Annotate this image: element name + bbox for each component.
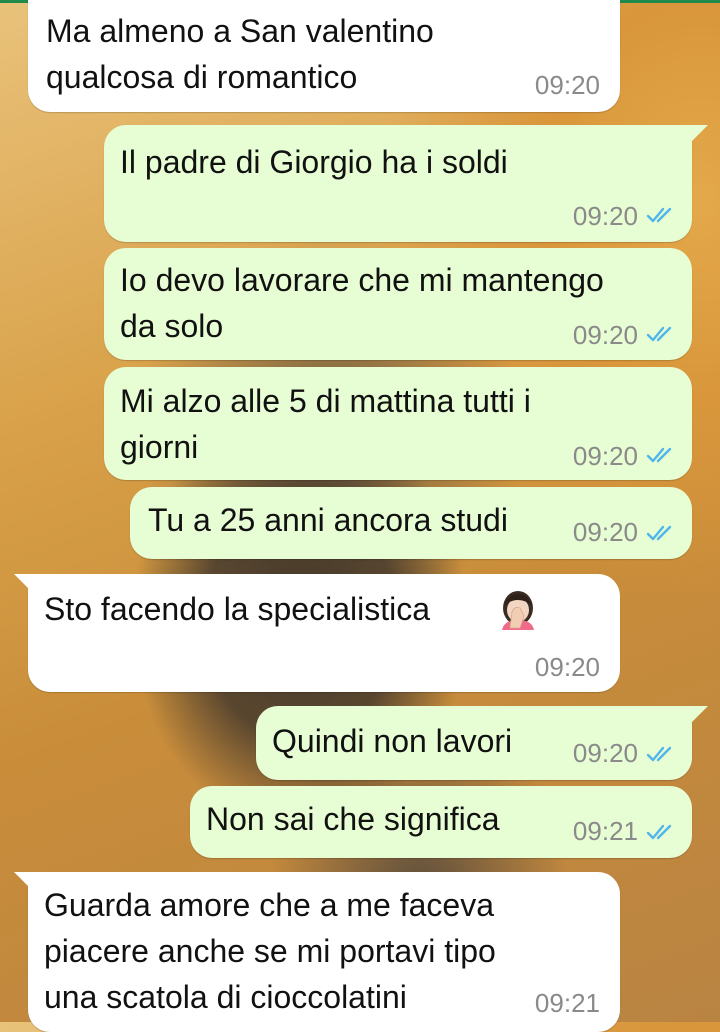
- message-text: Non sai che significa: [206, 801, 500, 837]
- message-timestamp: 09:20: [572, 738, 638, 768]
- message-timestamp: 09:21: [534, 988, 600, 1018]
- message-timestamp: 09:21: [572, 816, 638, 846]
- message-text: Sto facendo la specialistica: [44, 591, 430, 627]
- message-text: Quindi non lavori: [272, 723, 513, 759]
- message-bubble-outgoing[interactable]: Tu a 25 anni ancora studi 09:20: [130, 487, 692, 559]
- message-timestamp: 09:20: [534, 652, 600, 682]
- read-ticks-icon: [646, 207, 672, 223]
- read-ticks-icon: [646, 746, 672, 762]
- message-text: Mi alzo alle 5 di mattina tutti i giorni: [120, 383, 531, 465]
- bubble-tail: [14, 872, 30, 888]
- message-bubble-outgoing[interactable]: Il padre di Giorgio ha i soldi 09:20: [104, 125, 692, 242]
- bubble-tail: [690, 706, 708, 724]
- message-timestamp: 09:20: [572, 320, 638, 350]
- woman-facepalming-icon: [502, 591, 534, 630]
- message-bubble-incoming[interactable]: Guarda amore che a me faceva piacere anc…: [14, 872, 620, 1032]
- message-text: Ma almeno a San valentino qualcosa di ro…: [46, 13, 434, 95]
- message-timestamp: 09:20: [572, 517, 638, 547]
- message-bubble-outgoing[interactable]: Io devo lavorare che mi mantengo da solo…: [104, 248, 692, 360]
- message-text: Il padre di Giorgio ha i soldi: [120, 144, 508, 180]
- message-bubble-incoming[interactable]: Sto facendo la specialistica 09:20: [14, 574, 620, 692]
- message-bubble-outgoing[interactable]: Non sai che significa 09:21: [190, 786, 692, 858]
- read-ticks-icon: [646, 326, 672, 342]
- message-timestamp: 09:20: [534, 70, 600, 100]
- message-bubble-outgoing[interactable]: Mi alzo alle 5 di mattina tutti i giorni…: [104, 367, 692, 480]
- bubble-tail: [690, 125, 708, 143]
- bubble-tail: [14, 574, 30, 590]
- read-ticks-icon: [646, 525, 672, 541]
- message-bubble-incoming[interactable]: Ma almeno a San valentino qualcosa di ro…: [28, 0, 620, 112]
- message-bubble-outgoing[interactable]: Quindi non lavori 09:20: [256, 706, 692, 780]
- message-text: Tu a 25 anni ancora studi: [148, 502, 508, 538]
- read-ticks-icon: [646, 447, 672, 463]
- message-text: Guarda amore che a me faceva piacere anc…: [44, 887, 496, 1015]
- read-ticks-icon: [646, 824, 672, 840]
- message-timestamp: 09:20: [572, 201, 638, 231]
- message-text: Io devo lavorare che mi mantengo da solo: [120, 262, 604, 344]
- message-timestamp: 09:20: [572, 441, 638, 471]
